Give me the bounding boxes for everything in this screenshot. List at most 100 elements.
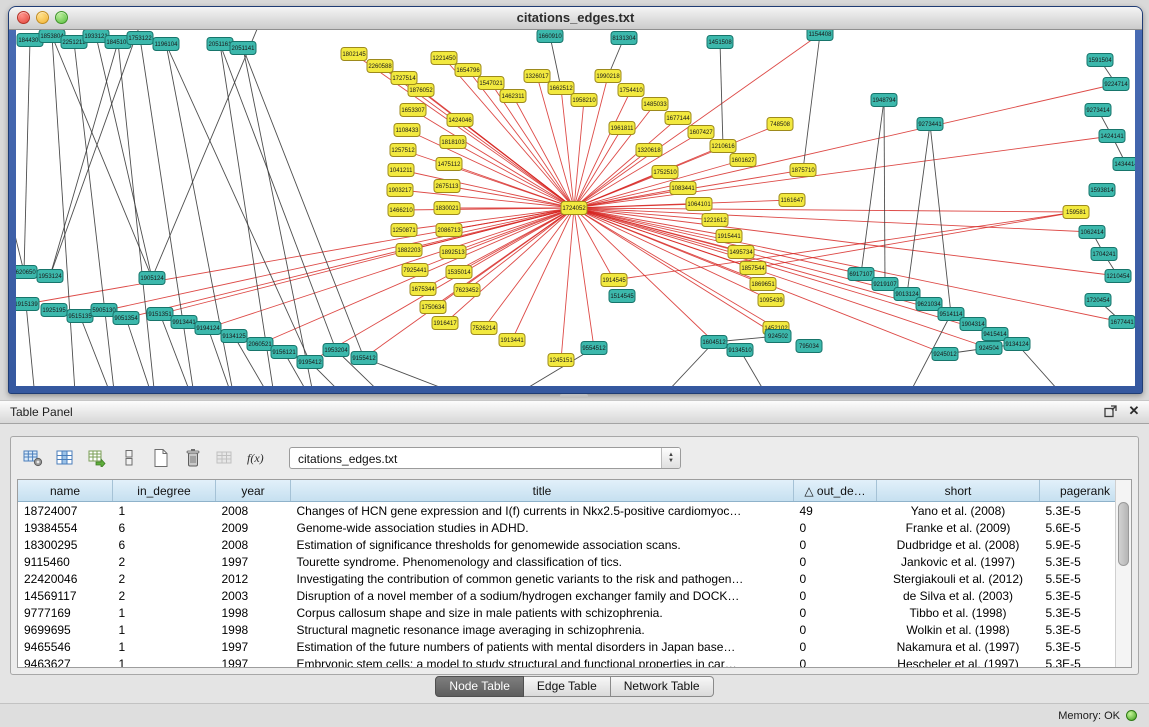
network-node[interactable]: 1990218 bbox=[595, 70, 621, 83]
table-scrollbar[interactable] bbox=[1115, 480, 1131, 667]
network-node[interactable]: 2086713 bbox=[436, 224, 462, 237]
column-header-year[interactable]: year bbox=[216, 480, 291, 502]
network-node[interactable]: 1424046 bbox=[447, 114, 473, 127]
delete-column-icon[interactable] bbox=[179, 445, 207, 471]
network-edge[interactable] bbox=[930, 124, 951, 314]
network-node[interactable]: 1434414 bbox=[1113, 158, 1135, 171]
network-node[interactable]: 9515135 bbox=[67, 310, 93, 323]
network-node[interactable]: 9134125 bbox=[221, 330, 247, 343]
network-edge[interactable] bbox=[550, 36, 561, 88]
network-node[interactable]: 1604512 bbox=[701, 336, 727, 349]
network-node[interactable]: 7623452 bbox=[454, 284, 480, 297]
table-mode-icon[interactable] bbox=[19, 445, 47, 471]
network-node[interactable]: 1083441 bbox=[670, 182, 696, 195]
network-node[interactable]: 1915441 bbox=[716, 230, 742, 243]
network-edge[interactable] bbox=[26, 304, 36, 386]
network-node[interactable]: 1916417 bbox=[432, 317, 458, 330]
table-row[interactable]: 911546021997Tourette syndrome. Phenomeno… bbox=[18, 553, 1131, 570]
network-edge[interactable] bbox=[16, 150, 24, 272]
network-node[interactable]: 1654796 bbox=[455, 64, 481, 77]
network-edge[interactable] bbox=[220, 44, 336, 350]
network-node[interactable]: 1462311 bbox=[500, 90, 526, 103]
network-node[interactable]: 2260588 bbox=[367, 60, 393, 73]
network-node[interactable]: 1754410 bbox=[618, 84, 644, 97]
network-node[interactable]: 1876052 bbox=[408, 84, 434, 97]
column-header-out_de[interactable]: △ out_de… bbox=[794, 480, 877, 502]
network-node[interactable]: 1593814 bbox=[1089, 184, 1115, 197]
network-node[interactable]: 1245151 bbox=[548, 354, 574, 367]
network-node[interactable]: 1662512 bbox=[548, 82, 574, 95]
network-edge[interactable] bbox=[494, 348, 594, 386]
network-canvas[interactable]: 1724052187605216533071108433125751210412… bbox=[16, 30, 1135, 386]
network-node[interactable]: 1154408 bbox=[807, 30, 833, 41]
network-node[interactable]: 1892513 bbox=[440, 246, 466, 259]
network-edge[interactable] bbox=[453, 208, 574, 252]
network-node[interactable]: 1913441 bbox=[499, 334, 525, 347]
network-edge[interactable] bbox=[574, 208, 995, 334]
network-node[interactable]: 9151351 bbox=[147, 308, 173, 321]
network-node[interactable]: 1607427 bbox=[688, 126, 714, 139]
table-row[interactable]: 1456911722003Disruption of a novel membe… bbox=[18, 587, 1131, 604]
network-node[interactable]: 1677144 bbox=[665, 112, 691, 125]
network-node[interactable]: 1802145 bbox=[341, 48, 367, 61]
network-window-titlebar[interactable]: citations_edges.txt bbox=[9, 7, 1142, 30]
network-node[interactable]: 1869651 bbox=[750, 278, 776, 291]
network-node[interactable]: 1914545 bbox=[601, 274, 627, 287]
table-row[interactable]: 946362711997Embryonic stem cells: a mode… bbox=[18, 655, 1131, 668]
network-node[interactable]: 1424141 bbox=[1099, 130, 1125, 143]
network-edge[interactable] bbox=[407, 130, 574, 208]
network-node[interactable]: 1948794 bbox=[871, 94, 897, 107]
network-node[interactable]: 9554512 bbox=[581, 342, 607, 355]
column-header-short[interactable]: short bbox=[877, 480, 1040, 502]
network-node[interactable]: 1724052 bbox=[561, 202, 587, 215]
network-node[interactable]: 1961811 bbox=[609, 122, 635, 135]
show-columns-icon[interactable] bbox=[51, 445, 79, 471]
network-edge[interactable] bbox=[861, 100, 884, 274]
network-node[interactable]: 9245012 bbox=[932, 348, 958, 361]
network-node[interactable]: 2060521 bbox=[247, 338, 273, 351]
row-selector-icon[interactable] bbox=[115, 445, 143, 471]
network-node[interactable]: 924502 bbox=[765, 330, 791, 343]
function-builder-icon[interactable]: f(x) bbox=[243, 445, 271, 471]
network-node[interactable]: 9134124 bbox=[1004, 338, 1030, 351]
table-row[interactable]: 2242004622012Investigating the contribut… bbox=[18, 570, 1131, 587]
table-selector[interactable]: citations_edges.txt ▲▼ bbox=[289, 447, 681, 469]
network-node[interactable]: 1475112 bbox=[436, 158, 462, 171]
network-node[interactable]: 1161647 bbox=[779, 194, 805, 207]
network-node[interactable]: 1514545 bbox=[609, 290, 635, 303]
network-node[interactable]: 1485033 bbox=[642, 98, 668, 111]
network-node[interactable]: 8131304 bbox=[611, 32, 637, 45]
network-node[interactable]: 1750634 bbox=[420, 301, 446, 314]
network-edge[interactable] bbox=[907, 124, 930, 294]
network-node[interactable]: 1818103 bbox=[440, 136, 466, 149]
tab-edge-table[interactable]: Edge Table bbox=[524, 676, 611, 697]
network-node[interactable]: 1882203 bbox=[396, 244, 422, 257]
network-node[interactable]: 1953124 bbox=[37, 270, 63, 283]
network-edge[interactable] bbox=[467, 208, 574, 290]
network-node[interactable]: 1720454 bbox=[1085, 294, 1111, 307]
network-node[interactable]: 924504 bbox=[976, 342, 1002, 355]
network-node[interactable]: 1095439 bbox=[758, 294, 784, 307]
merge-table-icon[interactable] bbox=[211, 445, 239, 471]
column-header-in_degree[interactable]: in_degree bbox=[113, 480, 216, 502]
network-node[interactable]: 6917107 bbox=[848, 268, 874, 281]
network-node[interactable]: 1752510 bbox=[652, 166, 678, 179]
network-node[interactable]: 9155412 bbox=[351, 352, 377, 365]
network-edge[interactable] bbox=[574, 100, 584, 208]
network-edge[interactable] bbox=[614, 212, 1076, 280]
network-node[interactable]: 1591504 bbox=[1087, 54, 1113, 67]
network-edge[interactable] bbox=[126, 318, 156, 386]
network-edge[interactable] bbox=[574, 208, 614, 280]
network-node[interactable]: 1903217 bbox=[387, 184, 413, 197]
network-node[interactable]: 1196104 bbox=[153, 38, 179, 51]
network-edge[interactable] bbox=[52, 36, 76, 386]
splitter-handle[interactable] bbox=[560, 394, 588, 398]
network-node[interactable]: 1250871 bbox=[391, 224, 417, 237]
network-node[interactable]: 1062414 bbox=[1079, 226, 1105, 239]
network-node[interactable]: 1221612 bbox=[702, 214, 728, 227]
tab-node-table[interactable]: Node Table bbox=[435, 676, 524, 697]
table-selector-stepper-icon[interactable]: ▲▼ bbox=[661, 448, 680, 468]
tab-network-table[interactable]: Network Table bbox=[611, 676, 714, 697]
network-node[interactable]: 9194124 bbox=[195, 322, 221, 335]
table-scrollbar-thumb[interactable] bbox=[1118, 502, 1129, 566]
